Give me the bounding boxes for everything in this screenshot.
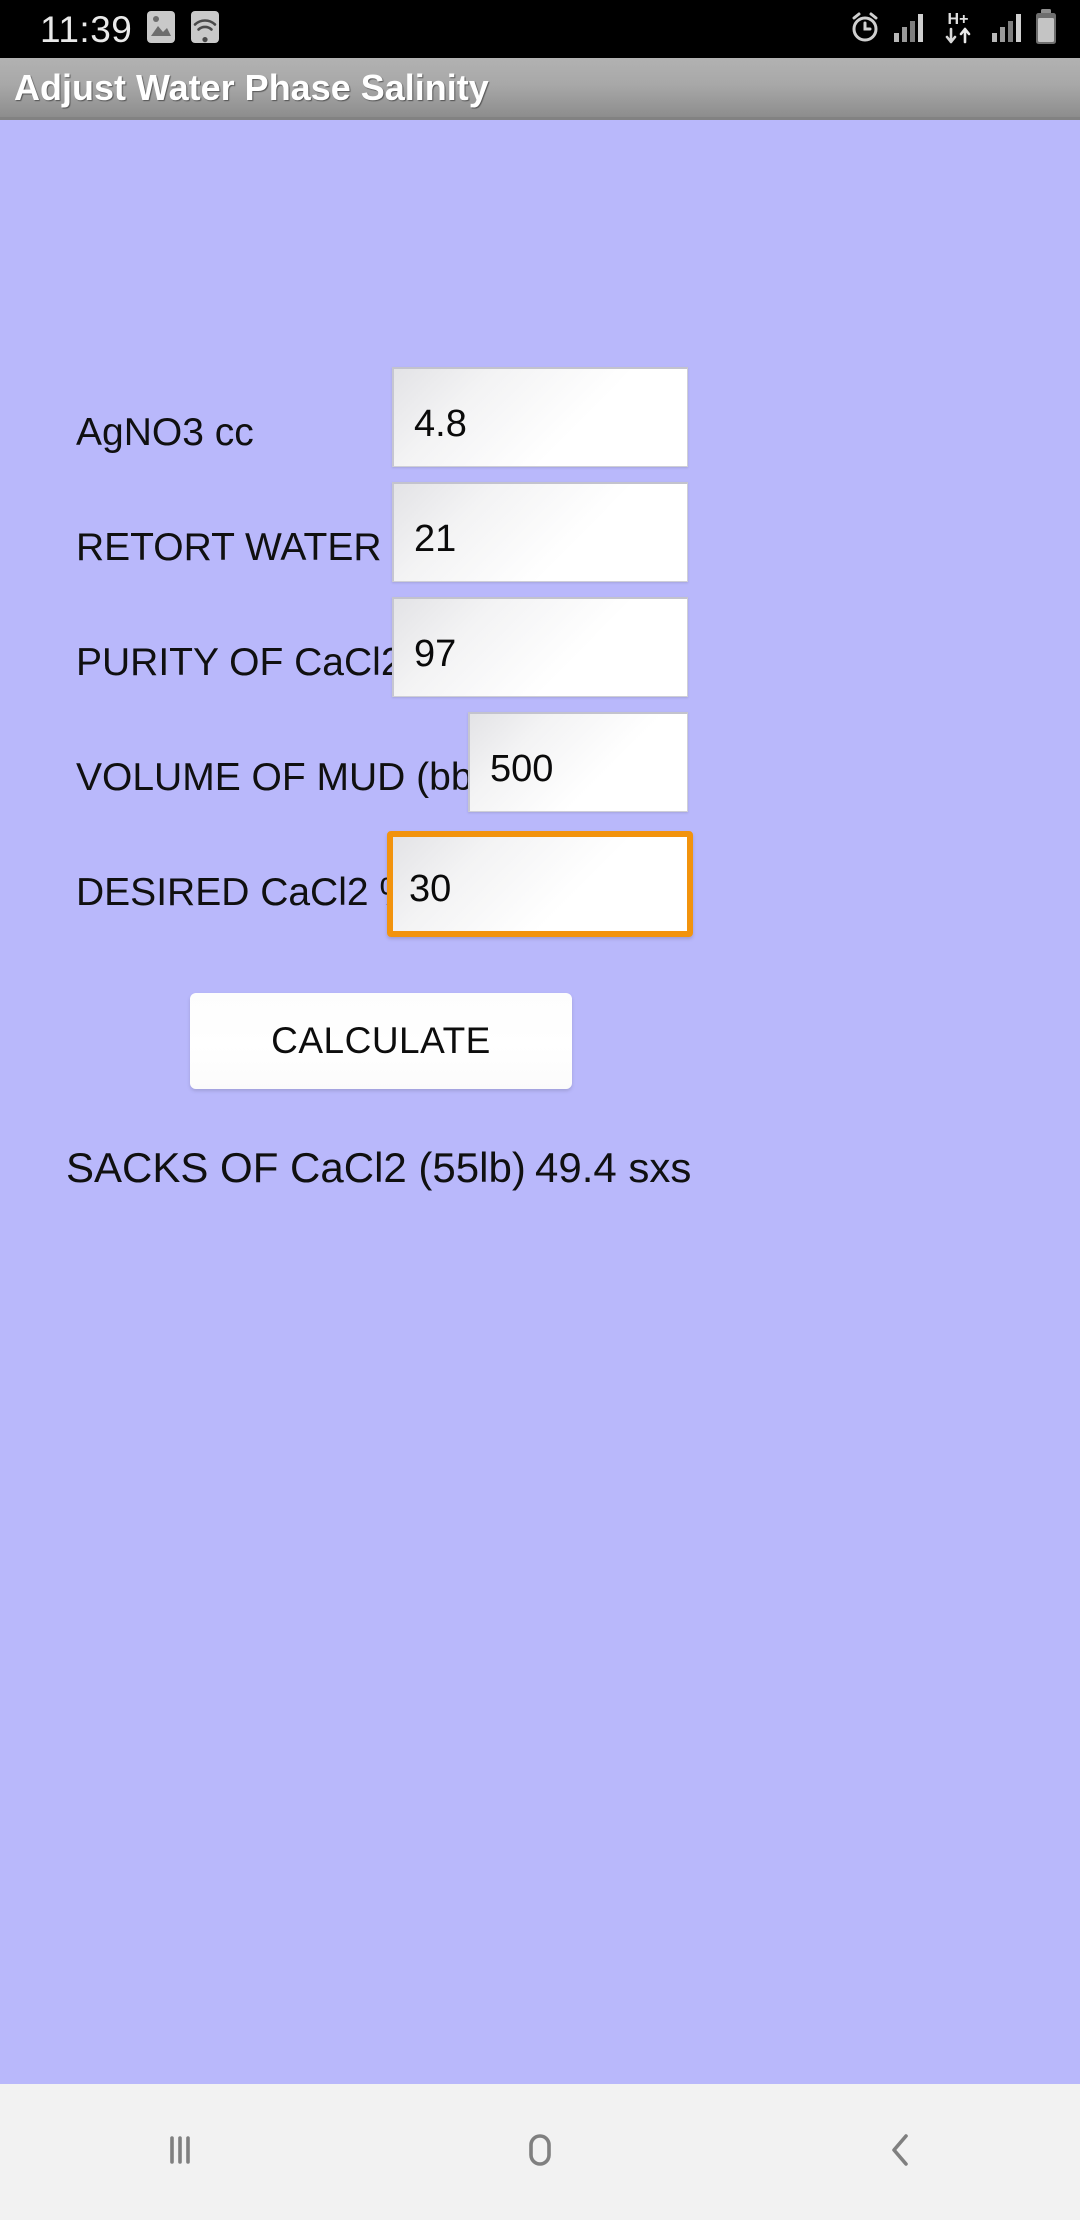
action-bar: Adjust Water Phase Salinity	[0, 58, 1080, 120]
field-input-purity[interactable]	[392, 597, 688, 697]
field-input-desired-cacl2[interactable]	[387, 831, 693, 937]
page-title: Adjust Water Phase Salinity	[14, 66, 489, 108]
signal-bars-icon	[893, 11, 925, 48]
home-icon	[514, 2124, 566, 2181]
home-button[interactable]	[360, 2084, 720, 2220]
main-content: AgNO3 cc RETORT WATER % PURITY OF CaCl2 …	[0, 123, 1080, 2084]
field-label-volume-of-mud: VOLUME OF MUD (bbls)	[76, 756, 514, 799]
field-label-retort-water: RETORT WATER %	[76, 526, 428, 569]
status-clock: 11:39	[40, 8, 133, 50]
wifi-icon	[190, 10, 220, 49]
hplus-data-icon: H+	[936, 9, 980, 50]
image-icon	[146, 10, 176, 49]
status-bar-left: 11:39	[22, 10, 220, 49]
recents-button[interactable]	[0, 2084, 360, 2220]
field-input-volume-of-mud[interactable]	[468, 712, 688, 812]
hplus-label: H+	[948, 11, 969, 28]
status-bar-right: H+	[848, 8, 1058, 50]
back-button[interactable]	[720, 2084, 1080, 2220]
status-bar: 11:39 H+	[0, 0, 1080, 58]
navigation-bar	[0, 2084, 1080, 2220]
signal-bars-2-icon	[991, 11, 1023, 48]
field-label-agno3: AgNO3 cc	[76, 411, 254, 454]
alarm-icon	[848, 10, 882, 49]
field-input-retort-water[interactable]	[392, 482, 688, 582]
recents-icon	[154, 2124, 206, 2181]
battery-icon	[1034, 8, 1058, 50]
calculate-button[interactable]: CALCULATE	[190, 993, 572, 1089]
field-input-agno3[interactable]	[392, 367, 688, 467]
result-label: SACKS OF CaCl2 (55lb)	[66, 1144, 526, 1191]
phone-screen: 11:39 H+ Adjust Water Phase Salinity AgN…	[0, 0, 1080, 2220]
back-icon	[874, 2124, 926, 2181]
result-value: 49.4 sxs	[535, 1144, 692, 1191]
